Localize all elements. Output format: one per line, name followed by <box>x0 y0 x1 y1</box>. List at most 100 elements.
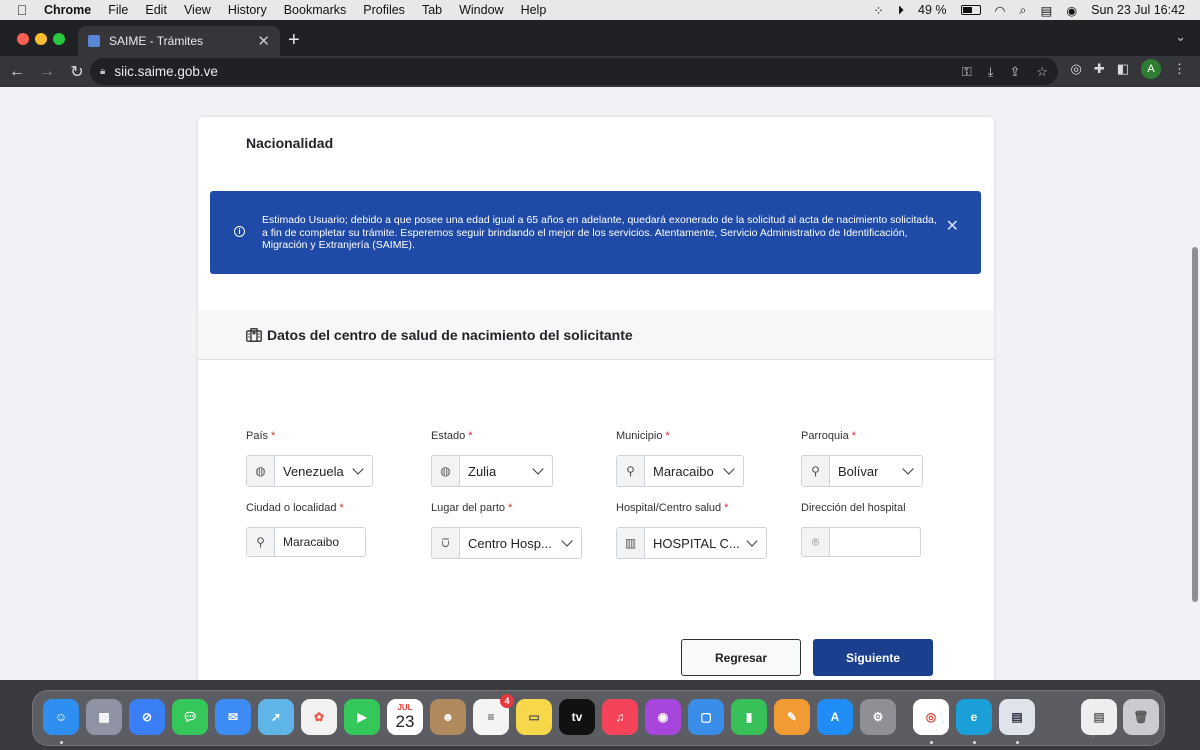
extension-eye-icon[interactable]: ◎ <box>1070 61 1081 77</box>
age-exemption-alert: i Estimado Usuario; debido a que posee u… <box>210 191 981 274</box>
bookmark-star-icon[interactable]: ☆ <box>1036 64 1048 80</box>
label-hospital-text: Hospital/Centro salud <box>616 502 722 514</box>
tab-title: SAIME - Trámites <box>109 34 204 48</box>
menubar-clock[interactable]: Sun 23 Jul 16:42 <box>1091 3 1185 17</box>
tab-search-chevron-icon[interactable]: ⌄ <box>1175 29 1186 45</box>
contacts-icon[interactable]: ☻ <box>430 699 466 735</box>
downloads-stack-icon[interactable]: ▤ <box>1081 699 1117 735</box>
siguiente-button[interactable]: Siguiente <box>813 639 933 676</box>
control-center-icon[interactable]: ▤ <box>1040 3 1052 18</box>
battery-icon[interactable] <box>960 5 981 15</box>
alert-close-icon[interactable]: ✕ <box>946 219 959 234</box>
apple-tv-icon[interactable]: tv <box>559 699 595 735</box>
regresar-button[interactable]: Regresar <box>681 639 801 676</box>
page-scrollbar[interactable] <box>1192 247 1198 602</box>
mail-icon[interactable]: ✉ <box>215 699 251 735</box>
alert-message: Estimado Usuario; debido a que posee una… <box>262 214 937 251</box>
tab-saime-tramites[interactable]: SAIME - Trámites ✕ <box>78 26 280 56</box>
pages-icon[interactable]: ✎ <box>774 699 810 735</box>
numbers-icon[interactable]: ▮ <box>731 699 767 735</box>
label-hospital: Hospital/Centro salud * <box>616 502 728 514</box>
nacionalidad-title: Nacionalidad <box>246 135 334 151</box>
pais-value: Venezuela <box>283 463 344 479</box>
municipio-select[interactable]: ⚲ Maracaibo <box>616 455 744 487</box>
forward-arrow-icon[interactable]: → <box>34 63 60 81</box>
install-app-icon[interactable]: ⤓ <box>988 64 994 80</box>
label-parroquia-text: Parroquia <box>801 430 849 442</box>
url-text[interactable]: siic.saime.gob.ve <box>114 64 218 79</box>
hospital-select[interactable]: ▥ HOSPITAL C... <box>616 527 767 559</box>
app-store-icon[interactable]: A <box>817 699 853 735</box>
window-minimize-button[interactable] <box>35 33 47 45</box>
reminders-icon[interactable]: ≡ 4 <box>473 694 514 735</box>
menu-profiles[interactable]: Profiles <box>363 3 405 17</box>
preview-icon[interactable]: ▤ <box>999 699 1035 735</box>
page-viewport: Nacionalidad i Estimado Usuario; debido … <box>0 87 1200 680</box>
music-icon[interactable]: ♫ <box>602 699 638 735</box>
globe-icon: ◍ <box>432 456 460 486</box>
window-close-button[interactable] <box>17 33 29 45</box>
facetime-icon[interactable]: ▶ <box>344 699 380 735</box>
chevron-down-icon <box>746 534 758 547</box>
calendar-icon[interactable]: JUL 23 <box>387 699 423 735</box>
macos-menubar:  Chrome File Edit View History Bookmark… <box>0 0 1200 20</box>
direccion-input[interactable]: ⌾ <box>801 527 921 557</box>
menu-edit[interactable]: Edit <box>145 3 167 17</box>
lock-icon[interactable]: 🔒︎ <box>100 66 105 77</box>
required-mark: * <box>665 430 670 442</box>
battery-percent: 49 % <box>918 3 947 17</box>
siri-icon[interactable]: ◉ <box>1066 3 1077 18</box>
menu-app-name[interactable]: Chrome <box>44 3 91 17</box>
hospital-icon: ▥ <box>617 528 645 558</box>
trash-icon[interactable]: 🗑︎ <box>1123 699 1159 735</box>
extensions-puzzle-icon[interactable]: ✚ <box>1094 61 1105 77</box>
window-zoom-button[interactable] <box>53 33 65 45</box>
apple-menu-icon[interactable]:  <box>0 2 44 18</box>
side-panel-icon[interactable]: ◧ <box>1117 61 1129 77</box>
required-mark: * <box>339 502 344 514</box>
estado-select[interactable]: ◍ Zulia <box>431 455 553 487</box>
reload-icon[interactable]: ↻ <box>64 62 90 82</box>
menu-tab[interactable]: Tab <box>422 3 442 17</box>
profile-avatar[interactable]: A <box>1141 59 1161 79</box>
form-card: Nacionalidad i Estimado Usuario; debido … <box>198 117 994 680</box>
ciudad-input[interactable]: ⚲ Maracaibo <box>246 527 366 557</box>
podcasts-icon[interactable]: ◉ <box>645 699 681 735</box>
menu-history[interactable]: History <box>228 3 267 17</box>
photos-icon[interactable]: ✿ <box>301 699 337 735</box>
chrome-icon[interactable]: ◎ <box>913 699 949 735</box>
play-icon[interactable]: ⏵ <box>898 3 904 18</box>
messages-icon[interactable]: 💬︎ <box>172 699 208 735</box>
parroquia-select[interactable]: ⚲ Bolívar <box>801 455 923 487</box>
new-tab-icon[interactable]: + <box>288 29 300 52</box>
key-icon[interactable]: ⚿ <box>962 64 972 80</box>
ciudad-value[interactable]: Maracaibo <box>283 535 339 549</box>
share-icon[interactable]: ⇪ <box>1009 64 1020 80</box>
spotlight-search-icon[interactable]: ⌕ <box>1019 3 1026 18</box>
menu-view[interactable]: View <box>184 3 211 17</box>
calendar-month: JUL <box>397 703 413 712</box>
notes-icon[interactable]: ▭ <box>516 699 552 735</box>
status-dots-icon[interactable]: ⁘ <box>873 3 883 18</box>
menu-bookmarks[interactable]: Bookmarks <box>284 3 347 17</box>
address-bar[interactable]: 🔒︎ siic.saime.gob.ve ⚿ ⤓ ⇪ ☆ <box>90 58 1058 85</box>
chrome-menu-icon[interactable]: ⋮ <box>1173 61 1186 77</box>
maps-icon[interactable]: ➚ <box>258 699 294 735</box>
tab-close-icon[interactable]: ✕ <box>257 32 270 50</box>
keynote-icon[interactable]: ▢ <box>688 699 724 735</box>
pais-select[interactable]: ◍ Venezuela <box>246 455 373 487</box>
menu-file[interactable]: File <box>108 3 128 17</box>
finder-icon[interactable]: ☺ <box>43 699 79 735</box>
menu-help[interactable]: Help <box>521 3 547 17</box>
system-settings-icon[interactable]: ⚙ <box>860 699 896 735</box>
map-pin-icon: ⚲ <box>802 456 830 486</box>
back-arrow-icon[interactable]: ← <box>4 63 30 81</box>
safari-icon[interactable]: ⊘ <box>129 699 165 735</box>
launchpad-icon[interactable]: ▦ <box>86 699 122 735</box>
menu-window[interactable]: Window <box>459 3 503 17</box>
edge-icon[interactable]: e <box>956 699 992 735</box>
wifi-icon[interactable]: ◠ <box>995 3 1006 18</box>
saime-favicon-icon <box>88 35 100 47</box>
lugar-parto-select[interactable]: ⩂ Centro Hosp... <box>431 527 582 559</box>
label-ciudad-text: Ciudad o localidad <box>246 502 337 514</box>
